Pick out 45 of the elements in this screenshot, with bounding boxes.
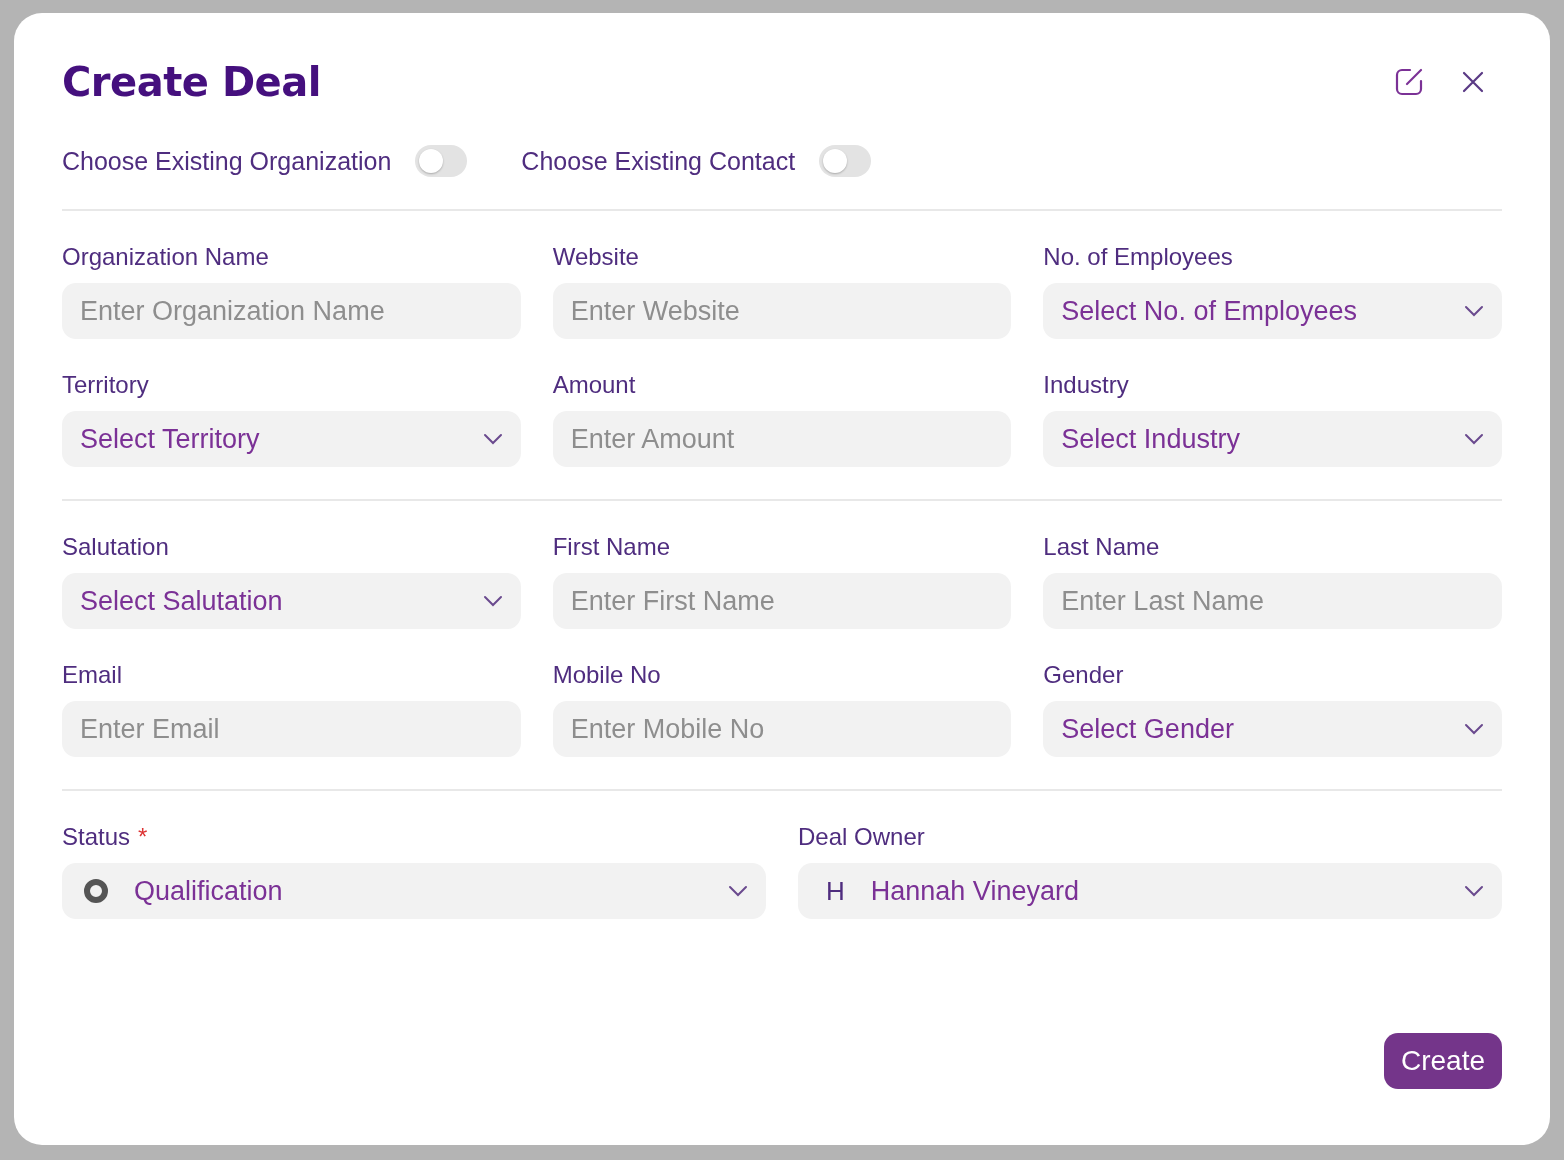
toggle-switch[interactable] (415, 145, 468, 177)
dialog-title: Create Deal (62, 59, 321, 105)
chevron-down-icon (482, 433, 503, 445)
required-mark: * (138, 823, 148, 851)
toggle-switch[interactable] (819, 145, 872, 177)
chevron-down-icon (728, 885, 748, 897)
field-label: Territory (62, 371, 149, 399)
field-label: Industry (1043, 371, 1129, 399)
field-label: Status (62, 823, 131, 851)
input-field[interactable]: Enter Amount (552, 411, 1012, 467)
field-label: Gender (1043, 661, 1124, 689)
input-field[interactable]: Enter Mobile No (552, 701, 1012, 757)
field-label: Mobile No (552, 661, 661, 689)
dropdown[interactable]: Select Gender (1043, 701, 1502, 757)
input-field[interactable]: Enter First Name (552, 573, 1012, 629)
chevron-down-icon (1464, 305, 1484, 317)
edit-icon[interactable] (1394, 67, 1424, 97)
chevron-down-icon (1464, 723, 1484, 735)
dropdown[interactable]: Select No. of Employees (1043, 283, 1502, 339)
input-field[interactable]: Enter Website (552, 283, 1012, 339)
field-label: Website (552, 243, 639, 271)
field-label: First Name (552, 533, 670, 561)
input-field[interactable]: Enter Organization Name (62, 283, 521, 339)
dropdown[interactable]: Select Salutation (62, 573, 521, 629)
field-label: Organization Name (62, 243, 269, 271)
input-field[interactable]: Enter Email (62, 701, 521, 757)
field-label: Amount (552, 371, 636, 399)
field-label: Last Name (1043, 533, 1160, 561)
dropdown[interactable]: Select Industry (1043, 411, 1502, 467)
chevron-down-icon (1464, 885, 1484, 897)
field-label: Deal Owner (798, 823, 925, 851)
status-icon (84, 879, 108, 903)
dropdown[interactable]: Qualification (62, 863, 766, 919)
avatar-initial: H (826, 875, 845, 907)
input-field[interactable]: Enter Last Name (1043, 573, 1502, 629)
field-label: Email (62, 661, 122, 689)
dropdown[interactable]: Select Territory (62, 411, 521, 467)
toggle-label: Choose Existing Contact (521, 146, 796, 176)
create-button[interactable]: Create (1383, 1033, 1502, 1089)
toggle-label: Choose Existing Organization (62, 146, 392, 176)
chevron-down-icon (1464, 433, 1484, 445)
owner-dropdown[interactable]: H Hannah Vineyard (798, 863, 1502, 919)
field-label: Salutation (62, 533, 169, 561)
field-label: No. of Employees (1043, 243, 1233, 271)
chevron-down-icon (482, 595, 503, 607)
